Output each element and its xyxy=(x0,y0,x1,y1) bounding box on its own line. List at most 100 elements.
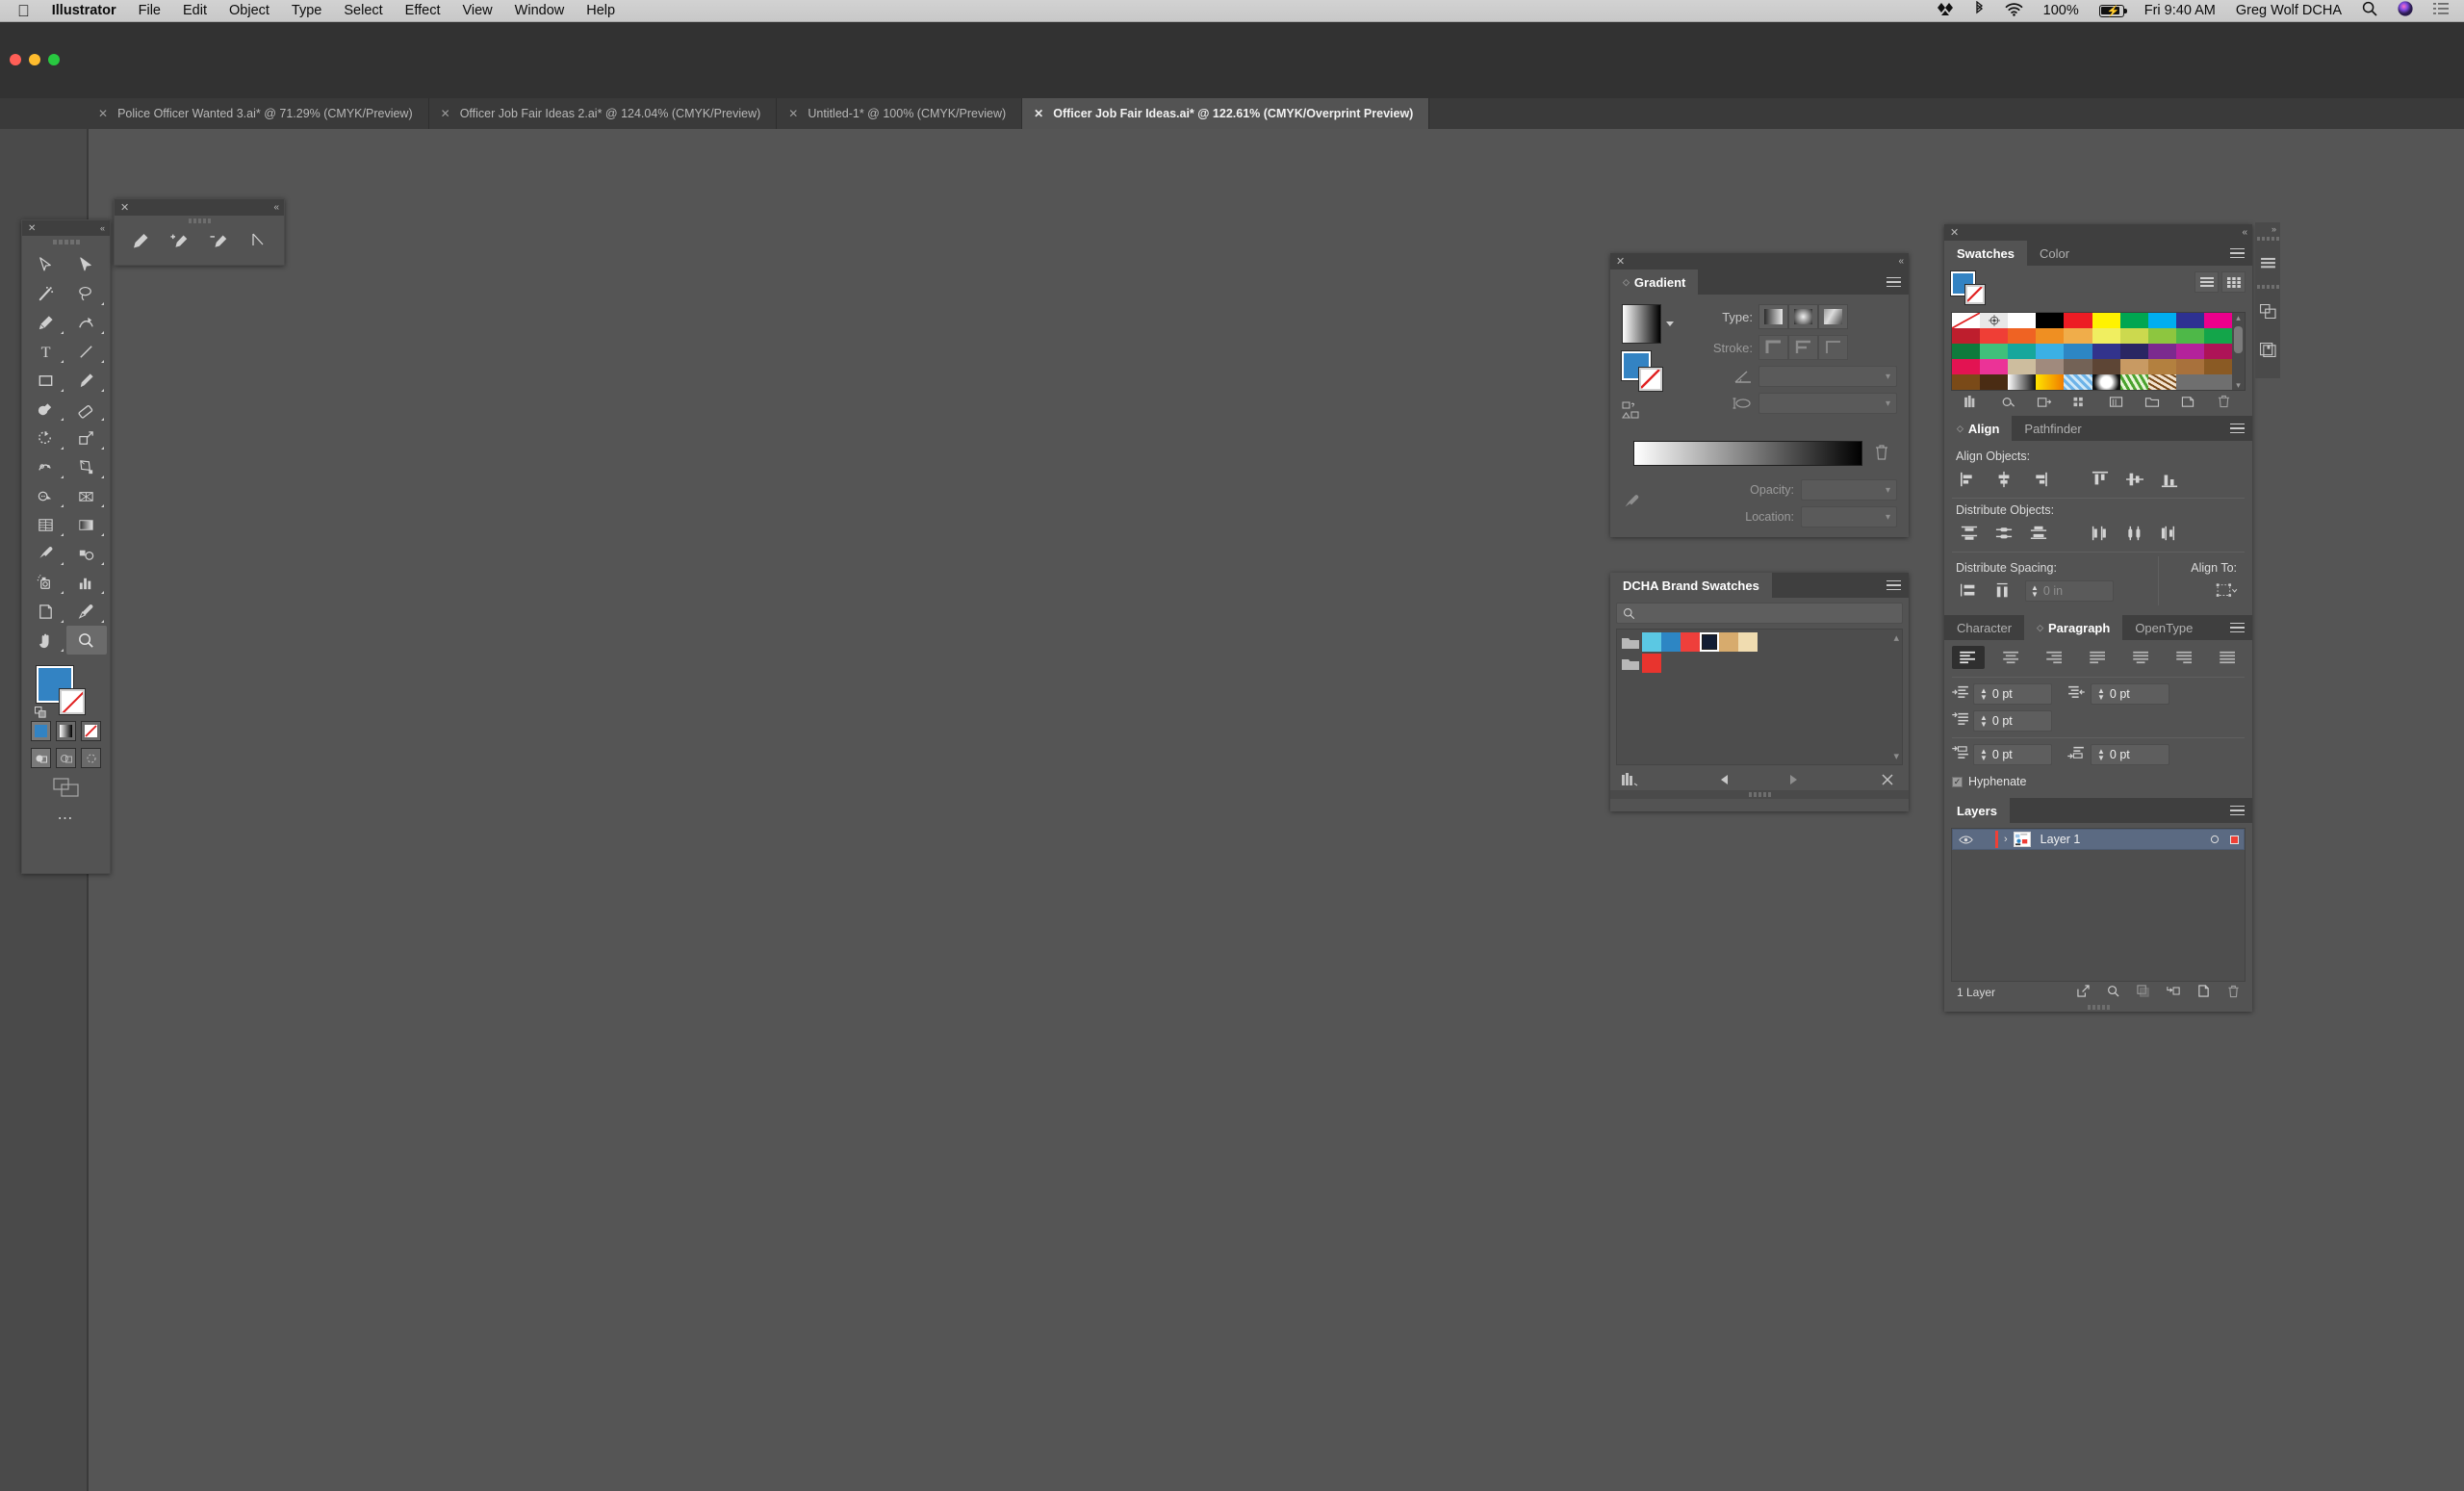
hand-tool[interactable] xyxy=(25,626,66,655)
stroke-color-swatch[interactable] xyxy=(60,689,85,714)
previous-swatch-icon[interactable] xyxy=(1690,773,1758,786)
tab-character[interactable]: Character xyxy=(1944,615,2024,640)
panel-drag-handle[interactable] xyxy=(2255,234,2280,244)
scroll-up-icon[interactable]: ▴ xyxy=(1893,631,1899,644)
layer-row[interactable]: › Layer 1 xyxy=(1952,829,2245,850)
stroke-across-button[interactable] xyxy=(1818,335,1848,360)
swatch-pattern-leaves[interactable] xyxy=(2120,374,2148,390)
artboards-icon[interactable] xyxy=(2255,330,2280,369)
swatch-gradient-white-black[interactable] xyxy=(2008,374,2036,390)
stroke-color-swatch[interactable] xyxy=(1965,285,1985,304)
create-new-sublayer-icon[interactable] xyxy=(2167,985,2180,1000)
swatch-cell[interactable] xyxy=(2148,313,2176,328)
chevron-right-icon[interactable]: › xyxy=(2004,834,2008,845)
horizontal-align-left-button[interactable] xyxy=(1952,467,1987,492)
tab-pa ragraph[interactable]: ◇ Paragraph xyxy=(2024,615,2122,640)
menu-item-illustrator[interactable]: Illustrator xyxy=(52,3,116,18)
menu-item-edit[interactable]: Edit xyxy=(183,3,207,18)
swatch-cell[interactable] xyxy=(1642,654,1661,673)
zoom-tool[interactable] xyxy=(66,626,108,655)
close-icon[interactable]: ✕ xyxy=(788,108,798,119)
hyphenate-checkbox-row[interactable]: ✓ Hyphenate xyxy=(1952,775,2245,788)
swatch-libraries-icon[interactable] xyxy=(1955,396,1990,408)
swatch-cell[interactable] xyxy=(2176,328,2204,344)
justify-all-button[interactable] xyxy=(2212,646,2245,669)
swatch-cell[interactable] xyxy=(1980,328,2008,344)
free-transform-tool[interactable] xyxy=(66,452,108,481)
swatch-cell[interactable] xyxy=(1719,632,1738,652)
horizontal-distribute-right-button[interactable] xyxy=(2152,521,2187,546)
symbol-sprayer-tool[interactable] xyxy=(25,568,66,597)
eyedropper-tool[interactable] xyxy=(25,539,66,568)
swatch-cell[interactable] xyxy=(2064,344,2092,359)
slice-tool[interactable] xyxy=(66,597,108,626)
tab-layers[interactable]: Layers xyxy=(1944,798,2010,823)
swatch-cell[interactable] xyxy=(2008,344,2036,359)
wifi-icon[interactable] xyxy=(2005,2,2023,20)
swatch-folder-icon[interactable] xyxy=(1621,634,1640,651)
tab-opentype[interactable]: OpenType xyxy=(2122,615,2205,640)
chevron-down-icon[interactable]: ▾ xyxy=(1886,398,1890,409)
swatch-cell[interactable] xyxy=(2092,328,2120,344)
document-tab[interactable]: ✕ Officer Job Fair Ideas 2.ai* @ 124.04%… xyxy=(429,98,778,129)
swatch-cell[interactable] xyxy=(2064,313,2092,328)
horizontal-align-center-button[interactable] xyxy=(1987,467,2021,492)
stepper-icon[interactable]: ▲▼ xyxy=(2097,688,2105,701)
locate-object-icon[interactable] xyxy=(2107,985,2119,1000)
chevron-down-icon[interactable]: ▾ xyxy=(1886,485,1890,496)
document-tab[interactable]: ✕ Untitled-1* @ 100% (CMYK/Preview) xyxy=(777,98,1022,129)
swatches-fill-stroke-indicator[interactable] xyxy=(1951,271,1991,306)
swatch-search-input[interactable] xyxy=(1641,606,1896,620)
vertical-distribute-center-button[interactable] xyxy=(1987,521,2021,546)
panel-menu-icon[interactable] xyxy=(2230,615,2245,640)
color-mode-button[interactable] xyxy=(31,721,51,741)
left-indent-field[interactable]: ▲▼ 0 pt xyxy=(1973,683,2052,705)
type-tool[interactable]: T xyxy=(25,337,66,366)
swatch-cell[interactable] xyxy=(2120,313,2148,328)
draw-normal-button[interactable] xyxy=(31,748,51,768)
stepper-icon[interactable]: ▲▼ xyxy=(1980,749,1988,761)
menu-item-select[interactable]: Select xyxy=(344,3,382,18)
swatch-cell[interactable] xyxy=(2120,328,2148,344)
curvature-tool[interactable] xyxy=(66,308,108,337)
tab-align[interactable]: ◇ Align xyxy=(1944,416,2012,441)
gradient-angle-field[interactable]: ▾ xyxy=(1758,366,1897,387)
align-to-button[interactable] xyxy=(2169,577,2245,605)
swatch-none[interactable] xyxy=(1952,313,1980,328)
panel-drag-handle[interactable] xyxy=(22,236,110,246)
shaper-tool[interactable] xyxy=(25,395,66,424)
swatch-cell[interactable] xyxy=(2092,359,2120,374)
justify-last-right-button[interactable] xyxy=(2169,646,2201,669)
stepper-icon[interactable]: ▲▼ xyxy=(1980,688,1988,701)
target-circle-icon[interactable] xyxy=(2205,835,2224,844)
space-after-field[interactable]: ▲▼ 0 pt xyxy=(2091,744,2169,765)
menu-item-object[interactable]: Object xyxy=(229,3,270,18)
change-screen-mode-button[interactable] xyxy=(30,778,102,797)
vertical-align-bottom-button[interactable] xyxy=(2152,467,2187,492)
swatch-cell[interactable] xyxy=(2148,359,2176,374)
swatch-cell[interactable] xyxy=(2148,344,2176,359)
swatch-pattern-blue-dots[interactable] xyxy=(2064,374,2092,390)
new-swatch-folder-icon[interactable] xyxy=(2134,396,2169,408)
panel-menu-icon[interactable] xyxy=(1886,270,1901,295)
break-link-icon[interactable] xyxy=(1827,772,1905,787)
add-to-library-icon[interactable] xyxy=(2027,396,2063,408)
draw-inside-button[interactable] xyxy=(81,748,101,768)
window-traffic-lights[interactable] xyxy=(10,54,60,65)
line-segment-tool[interactable] xyxy=(66,337,108,366)
swatch-cell[interactable] xyxy=(2092,344,2120,359)
menu-bar-user[interactable]: Greg Wolf DCHA xyxy=(2236,3,2342,18)
swatch-cell[interactable] xyxy=(2008,328,2036,344)
horizontal-align-right-button[interactable] xyxy=(2021,467,2056,492)
gradient-fill-stroke-indicator[interactable] xyxy=(1622,351,1675,392)
space-before-field[interactable]: ▲▼ 0 pt xyxy=(1973,744,2052,765)
swatch-cell[interactable] xyxy=(2120,359,2148,374)
vertical-align-top-button[interactable] xyxy=(2083,467,2118,492)
document-tab-active[interactable]: ✕ Officer Job Fair Ideas.ai* @ 122.61% (… xyxy=(1022,98,1429,129)
new-swatch-icon[interactable] xyxy=(2170,396,2206,408)
pen-tool[interactable] xyxy=(25,308,66,337)
magic-wand-tool[interactable] xyxy=(25,279,66,308)
gradient-mode-button[interactable] xyxy=(56,721,76,741)
swatch-cell[interactable] xyxy=(2204,344,2232,359)
column-graph-tool[interactable] xyxy=(66,568,108,597)
